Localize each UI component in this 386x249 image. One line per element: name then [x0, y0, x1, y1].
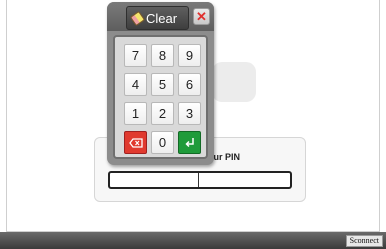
backspace-key[interactable]	[124, 131, 147, 154]
key-5[interactable]: 5	[151, 73, 174, 96]
key-3[interactable]: 3	[178, 102, 201, 125]
close-button[interactable]: ✕	[193, 8, 210, 25]
connect-badge[interactable]: Sconnect	[345, 235, 383, 247]
key-4[interactable]: 4	[124, 73, 147, 96]
clear-button[interactable]: Clear	[126, 6, 189, 30]
background-watermark	[212, 62, 256, 102]
key-1[interactable]: 1	[124, 102, 147, 125]
enter-key[interactable]	[178, 131, 201, 154]
close-icon: ✕	[196, 9, 207, 24]
text-caret	[198, 173, 199, 187]
key-7[interactable]: 7	[124, 44, 147, 67]
key-0[interactable]: 0	[151, 131, 174, 154]
eraser-icon	[129, 10, 146, 26]
key-6[interactable]: 6	[178, 73, 201, 96]
pin-label: our PIN	[208, 152, 241, 162]
clear-button-label: Clear	[146, 10, 178, 26]
bottom-bar: Sconnect	[0, 232, 386, 249]
key-8[interactable]: 8	[151, 44, 174, 67]
backspace-icon	[128, 137, 143, 148]
enter-icon	[184, 137, 194, 147]
key-9[interactable]: 9	[178, 44, 201, 67]
pin-input[interactable]	[108, 171, 292, 189]
virtual-keypad: Clear ✕ 7 8 9 4 5 6 1 2 3 0	[107, 2, 214, 165]
key-2[interactable]: 2	[151, 102, 174, 125]
keypad-keys: 7 8 9 4 5 6 1 2 3 0	[113, 35, 208, 159]
